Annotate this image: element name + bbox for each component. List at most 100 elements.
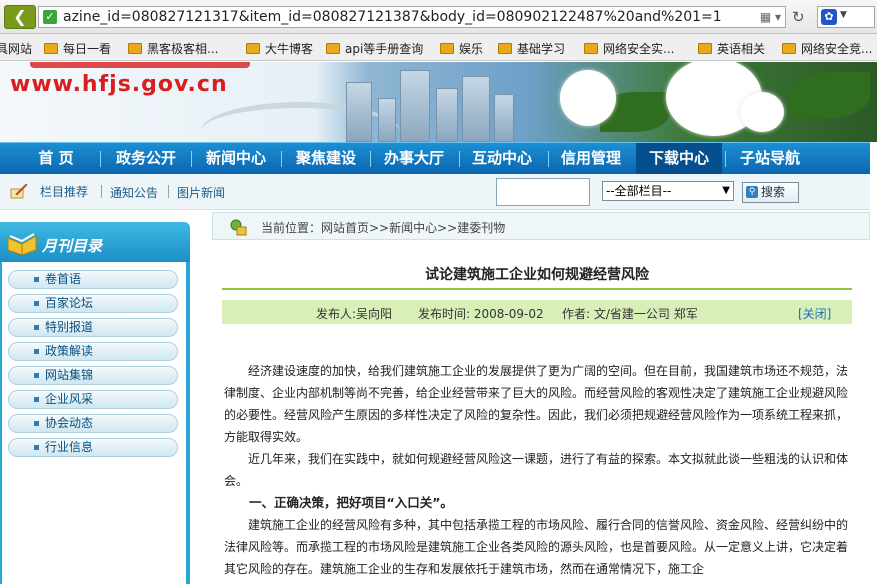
bookmark-item[interactable]: 具网站 [0,40,32,57]
banner-building-image [462,76,490,142]
folder-icon [326,43,340,54]
author: 作者: 文/省建一公司 郑军 [562,307,698,321]
sidebar-item-enterprise[interactable]: 企业风采 [8,390,178,409]
banner-building-image [400,70,430,142]
folder-icon [698,43,712,54]
column-select[interactable]: --全部栏目-- ▼ [602,181,734,201]
bullet-icon [34,301,39,306]
main-nav: 首 页 政务公开 新闻中心 聚焦建设 办事大厅 互动中心 信用管理 下载中心 子… [0,142,870,174]
bookmark-folder[interactable]: 网络安全实... [584,40,674,57]
sidebar-item-industry-info[interactable]: 行业信息 [8,438,178,457]
nav-item-download-center[interactable]: 下载中心 [636,143,722,174]
banner-flower-image [740,92,784,132]
folder-icon [440,43,454,54]
browser-address-bar: ❮ ✓ azine_id=080827121317&item_id=080827… [0,0,877,34]
url-field[interactable]: ✓ azine_id=080827121317&item_id=08082712… [38,6,786,28]
bullet-icon [34,349,39,354]
article-paragraph: 近几年来，我们在实践中，就如何规避经营风险这一课题，进行了有益的探索。本文拟就此… [224,452,849,488]
bookmark-folder[interactable]: 大牛博客 [246,40,313,57]
bookmark-folder[interactable]: 网络安全竞... [782,40,872,57]
book-icon [7,233,37,256]
bookmark-folder[interactable]: api等手册查询 [326,40,423,57]
chevron-down-icon: ▼ [722,185,730,196]
article-section-heading: 一、正确决策，把好项目“入口关”。 [249,495,453,510]
nav-item-service-hall[interactable]: 办事大厅 [372,143,456,174]
sidebar-body: 卷首语 百家论坛 特别报道 政策解读 网站集锦 企业风采 协会动态 行业信息 [0,262,190,584]
sidebar-title: 月刊目录 [42,237,103,255]
bullet-icon [34,325,39,330]
bookmark-folder[interactable]: 黑客极客相... [128,40,218,57]
nav-divider [191,151,192,167]
nav-item-government-affairs[interactable]: 政务公开 [104,143,188,174]
search-engine-selector[interactable]: ✿ ▼ [817,6,875,28]
nav-item-interaction-center[interactable]: 互动中心 [460,143,544,174]
subnav-divider [168,185,169,198]
close-link[interactable]: [关闭] [798,305,831,322]
location-icon [230,219,247,236]
nav-item-subsite-navigation[interactable]: 子站导航 [728,143,812,174]
reload-icon[interactable]: ↻ [792,8,805,26]
banner-building-image [494,94,514,142]
article-meta: 发布人:吴向阳 发布时间: 2008-09-02 作者: 文/省建一公司 郑军 … [222,300,852,324]
search-icon: ⚲ [746,186,758,198]
nav-divider [725,151,726,167]
bullet-icon [34,373,39,378]
bookmark-folder[interactable]: 基础学习 [498,40,565,57]
sidebar-header: 月刊目录 [0,222,190,262]
breadcrumb-text: 当前位置：网站首页>>新闻中心>>建委刊物 [261,221,506,235]
banner-building-image [436,88,458,142]
sub-nav: 栏目推荐 通知公告 图片新闻 --全部栏目-- ▼ ⚲ 搜索 [0,174,870,210]
search-button[interactable]: ⚲ 搜索 [742,182,799,203]
site-search-input[interactable] [496,178,590,206]
search-button-label: 搜索 [761,185,786,199]
link-notices[interactable]: 通知公告 [110,184,158,201]
folder-icon [498,43,512,54]
site-banner: www.hfjs.gov.cn [0,62,877,142]
column-select-value: --全部栏目-- [606,184,672,198]
recommended-columns-label: 栏目推荐 [40,185,89,199]
back-arrow-icon[interactable]: ❮ [4,5,36,29]
breadcrumb: 当前位置：网站首页>>新闻中心>>建委刊物 [212,212,870,240]
sidebar-item-forum[interactable]: 百家论坛 [8,294,178,313]
bullet-icon [34,397,39,402]
bullet-icon [34,277,39,282]
url-tools-icon[interactable]: ▦ ▾ [760,10,781,24]
nav-item-credit-management[interactable]: 信用管理 [549,143,633,174]
link-photo-news[interactable]: 图片新闻 [177,184,225,201]
baidu-paw-icon: ✿ [821,9,837,25]
article-paragraph: 建筑施工企业的经营风险有多种，其中包括承揽工程的市场风险、履行合同的信誉风险、资… [224,518,849,576]
nav-item-news-center[interactable]: 新闻中心 [194,143,278,174]
folder-icon [584,43,598,54]
bookmark-folder[interactable]: 英语相关 [698,40,765,57]
banner-building-image [346,82,372,142]
nav-item-home[interactable]: 首 页 [22,143,90,174]
bullet-icon [34,421,39,426]
folder-icon [782,43,796,54]
bookmark-folder[interactable]: 娱乐 [440,40,483,57]
sidebar-item-site-collection[interactable]: 网站集锦 [8,366,178,385]
sidebar-panel: 卷首语 百家论坛 特别报道 政策解读 网站集锦 企业风采 协会动态 行业信息 [2,262,186,584]
url-text: azine_id=080827121317&item_id=0808271213… [63,9,722,25]
page-check-icon: ✓ [43,10,57,24]
nav-divider [281,151,282,167]
sidebar-item-special-report[interactable]: 特别报道 [8,318,178,337]
banner-building-image [378,98,396,142]
publish-time: 发布时间: 2008-09-02 [418,307,544,321]
article-paragraph: 经济建设速度的加快，给我们建筑施工企业的发展提供了更为广阔的空间。但在目前，我国… [224,364,849,444]
publisher: 发布人:吴向阳 [316,307,393,321]
folder-icon [44,43,58,54]
nav-divider [100,151,101,167]
bookmarks-bar: 具网站 每日一看 黑客极客相... 大牛博客 api等手册查询 娱乐 基础学习 … [0,34,877,61]
subnav-divider [101,185,102,198]
folder-icon [246,43,260,54]
bookmark-folder[interactable]: 每日一看 [44,40,111,57]
sidebar-item-policy[interactable]: 政策解读 [8,342,178,361]
folder-icon [128,43,142,54]
chevron-down-icon: ▼ [840,10,847,20]
banner-logo-strip [30,62,250,68]
nav-divider [370,151,371,167]
banner-flower-image [560,70,616,126]
nav-item-construction-focus[interactable]: 聚焦建设 [284,143,368,174]
sidebar-item-association[interactable]: 协会动态 [8,414,178,433]
sidebar-item-foreword[interactable]: 卷首语 [8,270,178,289]
